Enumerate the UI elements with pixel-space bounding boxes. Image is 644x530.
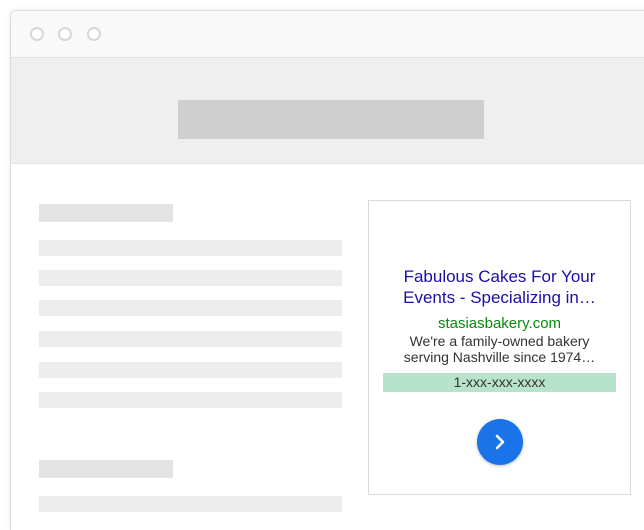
ad-cta-button[interactable] [477, 419, 523, 465]
content-line-placeholder [39, 300, 342, 316]
ad-card[interactable]: Fabulous Cakes For Your Events - Special… [368, 200, 631, 495]
ad-headline-line[interactable]: Fabulous Cakes For Your [369, 266, 630, 287]
content-line-placeholder [39, 496, 342, 512]
window-control-close[interactable] [30, 27, 44, 41]
ad-description-line: serving Nashville since 1974… [403, 349, 596, 365]
content-line-placeholder [39, 392, 342, 408]
chevron-right-icon [495, 434, 505, 450]
page-header [11, 58, 644, 164]
window-control-maximize[interactable] [87, 27, 101, 41]
ad-phone-number[interactable]: 1-xxx-xxx-xxxx [383, 373, 616, 392]
content-line-placeholder [39, 240, 342, 256]
content-heading-placeholder [39, 204, 173, 222]
ad-display-url[interactable]: stasiasbakery.com [369, 315, 630, 333]
content-line-placeholder [39, 362, 342, 378]
ad-headline[interactable]: Fabulous Cakes For Your Events - Special… [369, 266, 630, 308]
content-heading-placeholder [39, 460, 173, 478]
ad-headline-line[interactable]: Events - Specializing in… [369, 287, 630, 308]
content-line-placeholder [39, 270, 342, 286]
window-control-minimize[interactable] [58, 27, 72, 41]
window-titlebar [11, 11, 644, 58]
ad-description: We're a family-owned bakery serving Nash… [369, 333, 630, 365]
ad-description-line: We're a family-owned bakery [409, 333, 590, 349]
header-placeholder [178, 100, 484, 139]
browser-window: Fabulous Cakes For Your Events - Special… [10, 10, 644, 530]
content-line-placeholder [39, 331, 342, 347]
